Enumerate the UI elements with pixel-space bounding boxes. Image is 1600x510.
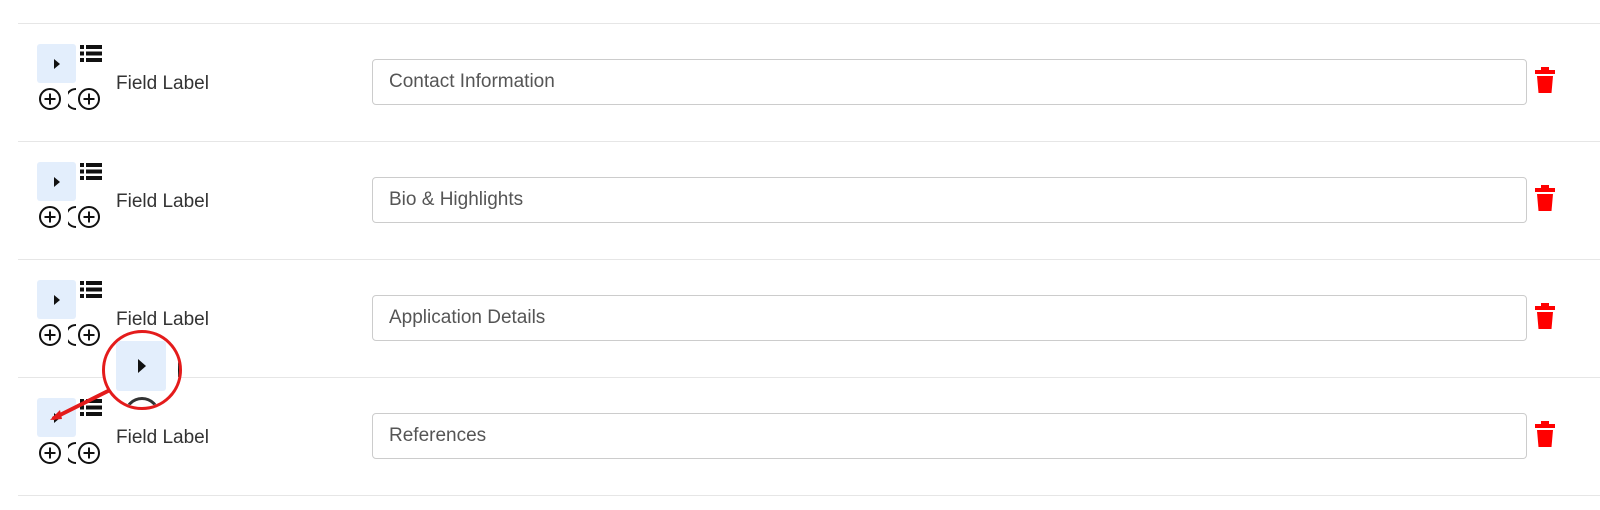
field-row: Field Label — [0, 24, 1600, 140]
field-label-input[interactable] — [372, 177, 1527, 223]
plus-circle-icon[interactable] — [38, 441, 62, 465]
expand-button[interactable] — [37, 44, 76, 83]
field-label: Field Label — [116, 427, 209, 448]
field-label-input[interactable] — [372, 295, 1527, 341]
list-icon[interactable] — [80, 163, 102, 180]
trash-icon[interactable] — [1535, 67, 1555, 93]
annotation-zoom-circle — [102, 330, 182, 410]
plus-circle-icon[interactable] — [38, 205, 62, 229]
plus-circle-nested-icon[interactable] — [68, 205, 102, 229]
plus-circle-nested-icon[interactable] — [68, 323, 102, 347]
field-row: Field Label — [0, 378, 1600, 494]
field-row: Field Label — [0, 260, 1600, 376]
caret-right-icon — [138, 359, 146, 373]
plus-circle-icon[interactable] — [38, 87, 62, 111]
list-icon[interactable] — [80, 399, 102, 416]
expand-button[interactable] — [37, 280, 76, 319]
row-divider — [18, 495, 1600, 496]
field-label-input[interactable] — [372, 59, 1527, 105]
plus-circle-nested-icon[interactable] — [68, 441, 102, 465]
list-icon[interactable] — [80, 45, 102, 62]
field-row: Field Label — [0, 142, 1600, 258]
field-label: Field Label — [116, 73, 209, 94]
caret-right-icon — [54, 59, 60, 69]
field-label: Field Label — [116, 191, 209, 212]
trash-icon[interactable] — [1535, 303, 1555, 329]
trash-icon[interactable] — [1535, 421, 1555, 447]
plus-circle-nested-icon[interactable] — [68, 87, 102, 111]
list-icon[interactable] — [80, 281, 102, 298]
field-label-input[interactable] — [372, 413, 1527, 459]
caret-right-icon — [54, 177, 60, 187]
expand-button[interactable] — [37, 162, 76, 201]
expand-button[interactable] — [37, 398, 76, 437]
caret-right-icon — [54, 295, 60, 305]
plus-circle-icon[interactable] — [38, 323, 62, 347]
zoomed-expand-button — [116, 341, 166, 391]
trash-icon[interactable] — [1535, 185, 1555, 211]
caret-right-icon — [54, 413, 60, 423]
field-label: Field Label — [116, 309, 209, 330]
